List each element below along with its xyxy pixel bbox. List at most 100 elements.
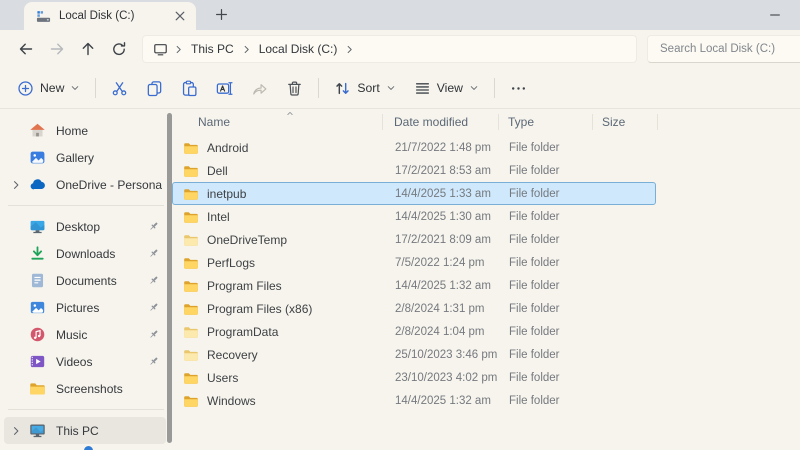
folder-icon — [183, 278, 199, 294]
sidebar-item-icon — [29, 380, 46, 397]
sidebar-item-label: Screenshots — [56, 382, 162, 396]
sidebar-item-icon — [29, 176, 46, 193]
sidebar-item-pictures[interactable]: Pictures — [4, 294, 166, 321]
pin-icon — [147, 247, 160, 260]
breadcrumb-item-local-disk-c[interactable]: Local Disk (C:) — [253, 42, 344, 56]
sidebar-item-icon — [29, 218, 46, 235]
forward-button[interactable] — [41, 34, 72, 64]
sidebar-item-label: OneDrive - Personal — [56, 178, 162, 192]
sidebar-item-gallery[interactable]: Gallery — [4, 144, 166, 171]
file-name: OneDriveTemp — [207, 233, 287, 247]
column-resize-handle[interactable] — [382, 114, 383, 130]
new-tab-icon[interactable] — [214, 7, 229, 22]
column-header-type[interactable]: Type — [508, 115, 534, 129]
file-row-windows[interactable]: Windows 14/4/2025 1:32 am File folder — [172, 389, 656, 412]
breadcrumb-item-this-pc[interactable]: This PC — [185, 42, 240, 56]
see-more-button[interactable] — [501, 73, 536, 103]
refresh-button[interactable] — [103, 34, 134, 64]
sidebar-item-icon — [29, 245, 46, 262]
file-row-intel[interactable]: Intel 14/4/2025 1:30 am File folder — [172, 205, 656, 228]
search-input[interactable] — [660, 43, 778, 55]
chevron-right-icon[interactable] — [241, 44, 252, 55]
file-row-inetpub[interactable]: inetpub 14/4/2025 1:33 am File folder — [172, 182, 656, 205]
paste-button[interactable] — [172, 73, 207, 103]
navigation-bar: This PC Local Disk (C:) — [0, 30, 800, 68]
chevron-right-icon[interactable] — [10, 425, 22, 437]
file-row-perflogs[interactable]: PerfLogs 7/5/2022 1:24 pm File folder — [172, 251, 656, 274]
sidebar-item-icon — [29, 353, 46, 370]
file-row-programdata[interactable]: ProgramData 2/8/2024 1:04 pm File folder — [172, 320, 656, 343]
cut-button[interactable] — [102, 73, 137, 103]
chevron-right-icon[interactable] — [344, 44, 355, 55]
folder-icon — [183, 209, 199, 225]
minimize-window-icon[interactable] — [764, 8, 786, 22]
file-row-users[interactable]: Users 23/10/2023 4:02 pm File folder — [172, 366, 656, 389]
share-button[interactable] — [242, 73, 277, 103]
file-row-program-files[interactable]: Program Files 14/4/2025 1:32 am File fol… — [172, 274, 656, 297]
column-header-name[interactable]: Name — [198, 115, 230, 129]
file-type: File folder — [509, 234, 560, 246]
folder-icon — [183, 140, 199, 156]
folder-icon — [183, 324, 199, 340]
sort-button[interactable]: Sort — [325, 73, 404, 103]
rename-button[interactable] — [207, 73, 242, 103]
back-button[interactable] — [10, 34, 41, 64]
sidebar-item-icon — [29, 122, 46, 139]
sidebar-item-icon — [29, 422, 46, 439]
scissors-icon — [111, 80, 128, 97]
chevron-right-icon[interactable] — [173, 44, 184, 55]
file-name: ProgramData — [207, 325, 278, 339]
sidebar-item-downloads[interactable]: Downloads — [4, 240, 166, 267]
delete-button[interactable] — [277, 73, 312, 103]
view-button[interactable]: View — [405, 73, 488, 103]
file-name: Intel — [207, 210, 230, 224]
sidebar-item-label: Home — [56, 124, 162, 138]
sidebar-item-desktop[interactable]: Desktop — [4, 213, 166, 240]
column-header-date-modified[interactable]: Date modified — [394, 115, 468, 129]
file-date-modified: 2/8/2024 1:04 pm — [395, 326, 485, 338]
file-type: File folder — [509, 188, 560, 200]
window-body: Home Gallery OneDrive - Personal Desktop… — [0, 109, 800, 450]
file-row-android[interactable]: Android 21/7/2022 1:48 pm File folder — [172, 136, 656, 159]
close-tab-icon[interactable] — [172, 8, 188, 24]
chevron-right-icon[interactable] — [10, 179, 22, 191]
file-name: Dell — [207, 164, 228, 178]
sidebar-item-home[interactable]: Home — [4, 117, 166, 144]
sidebar-item-screenshots[interactable]: Screenshots — [4, 375, 166, 402]
folder-icon — [183, 186, 199, 202]
trash-icon — [286, 80, 303, 97]
pin-icon — [147, 220, 160, 233]
column-resize-handle[interactable] — [592, 114, 593, 130]
breadcrumb[interactable]: This PC Local Disk (C:) — [142, 35, 637, 63]
toolbar-separator — [95, 78, 96, 98]
file-row-program-files-x86[interactable]: Program Files (x86) 2/8/2024 1:31 pm Fil… — [172, 297, 656, 320]
tab-local-disk-c[interactable]: Local Disk (C:) — [24, 2, 196, 30]
new-button[interactable]: New — [8, 73, 89, 103]
file-date-modified: 14/4/2025 1:30 am — [395, 211, 491, 223]
file-row-recovery[interactable]: Recovery 25/10/2023 3:46 pm File folder — [172, 343, 656, 366]
copy-button[interactable] — [137, 73, 172, 103]
column-resize-handle[interactable] — [498, 114, 499, 130]
rename-icon — [216, 80, 233, 97]
sidebar-item-documents[interactable]: Documents — [4, 267, 166, 294]
sidebar-item-label: Documents — [56, 274, 144, 288]
column-resize-handle[interactable] — [657, 114, 658, 130]
sort-arrows-icon — [334, 80, 351, 97]
file-row-onedrivetemp[interactable]: OneDriveTemp 17/2/2021 8:09 am File fold… — [172, 228, 656, 251]
search-box[interactable] — [647, 35, 800, 63]
file-name: Recovery — [207, 348, 258, 362]
column-header-size[interactable]: Size — [602, 115, 625, 129]
file-row-dell[interactable]: Dell 17/2/2021 8:53 am File folder — [172, 159, 656, 182]
sidebar-item-this-pc[interactable]: This PC — [4, 417, 166, 444]
sidebar-item-onedrive-personal[interactable]: OneDrive - Personal — [4, 171, 166, 198]
up-button[interactable] — [72, 34, 103, 64]
folder-icon — [183, 301, 199, 317]
refresh-icon — [111, 41, 127, 57]
sidebar-item-music[interactable]: Music — [4, 321, 166, 348]
navigation-pane: Home Gallery OneDrive - Personal Desktop… — [0, 109, 172, 450]
share-icon — [251, 80, 268, 97]
sidebar-item-videos[interactable]: Videos — [4, 348, 166, 375]
column-headers: Name Date modified Type Size — [172, 109, 800, 136]
folder-icon — [183, 393, 199, 409]
file-date-modified: 14/4/2025 1:33 am — [395, 188, 491, 200]
